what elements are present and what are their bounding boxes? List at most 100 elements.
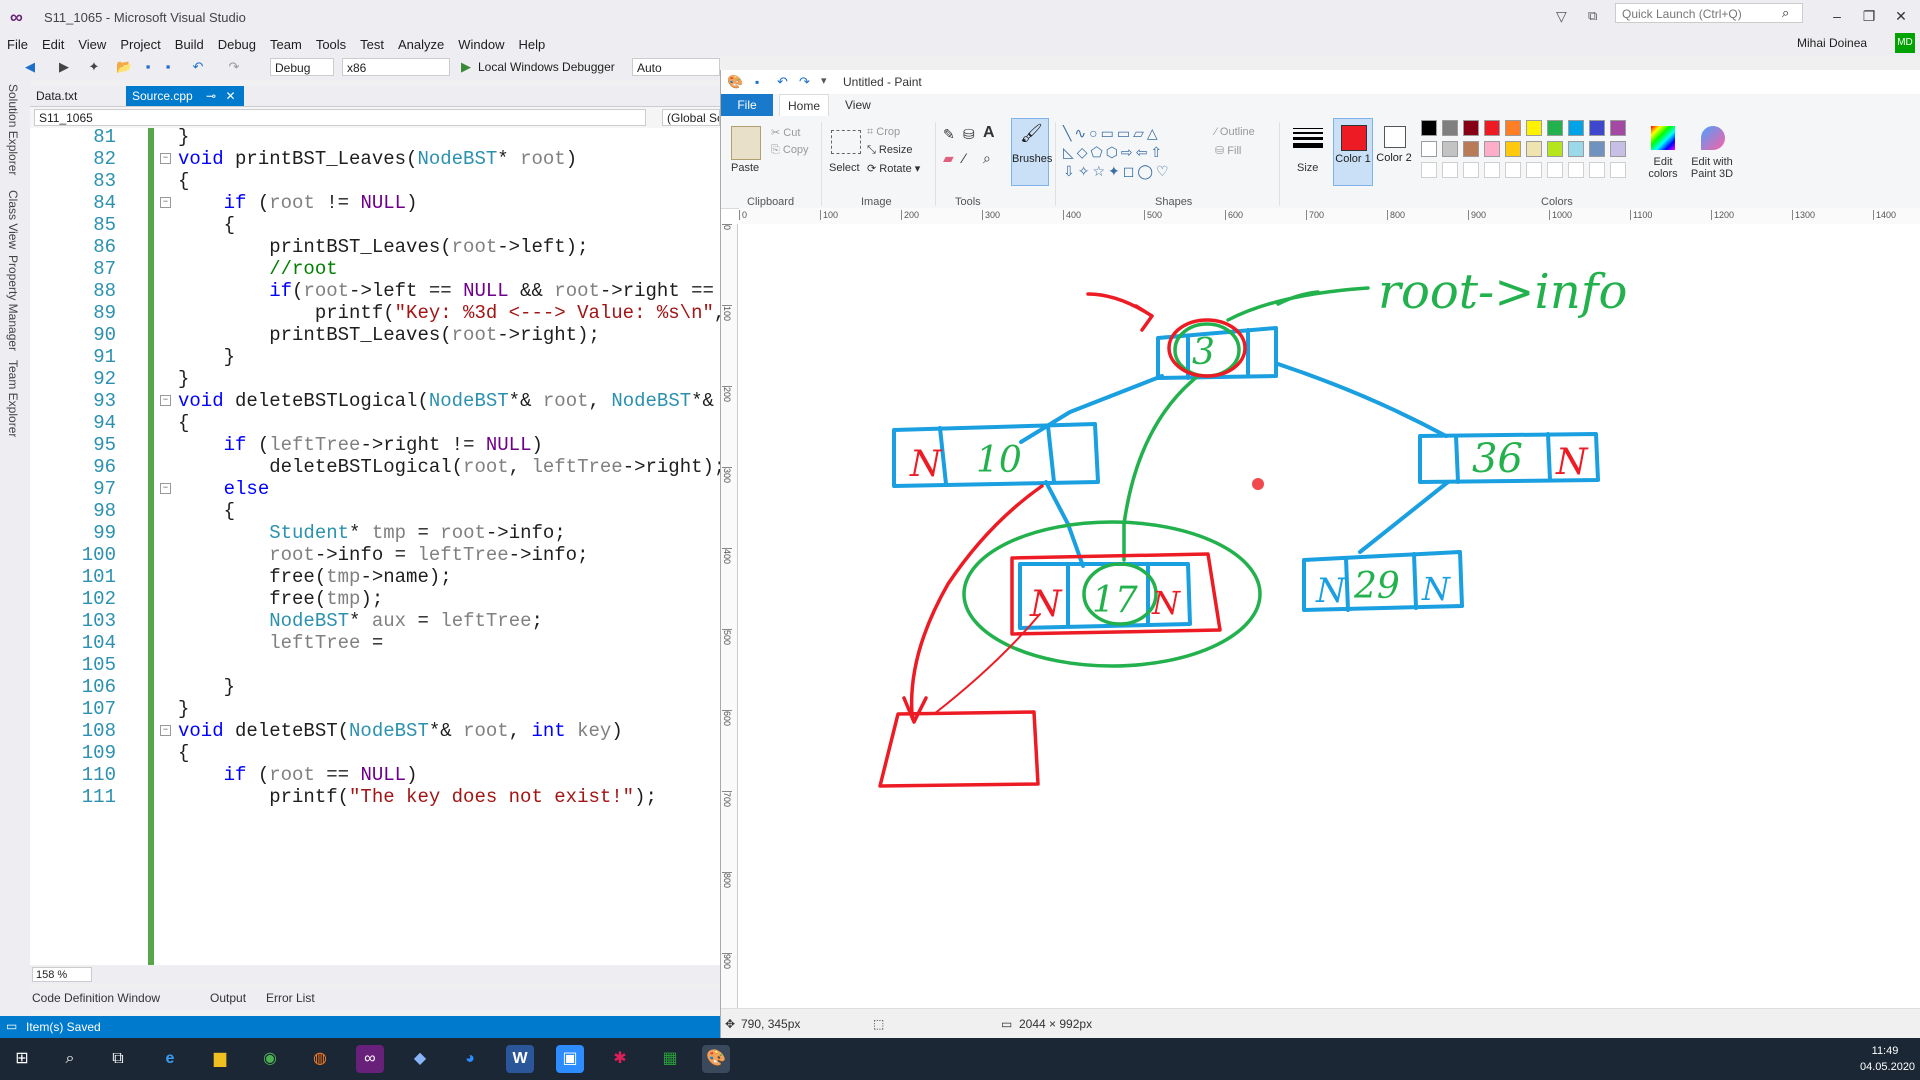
zoom-icon[interactable]: ▣ — [556, 1045, 584, 1073]
paint-taskbar-icon[interactable]: 🎨 — [702, 1045, 730, 1073]
play-icon[interactable]: ▶ — [458, 59, 474, 75]
spreadsheet-icon[interactable]: ▦ — [656, 1045, 684, 1073]
palette-swatch[interactable] — [1589, 141, 1605, 157]
select-button[interactable]: Select — [829, 162, 860, 174]
slack-icon[interactable]: ✱ — [606, 1045, 634, 1073]
palette-swatch[interactable] — [1547, 141, 1563, 157]
cut-button[interactable]: ✂ Cut — [771, 126, 800, 139]
undo-icon[interactable]: ↶ — [190, 59, 206, 75]
shapes-gallery[interactable]: ╲∿○▭▭▱△ ◺◇⬠⬡⇨⇦⇧ ⇩✧☆✦◻◯♡ — [1063, 124, 1205, 182]
color2-button[interactable]: Color 2 — [1375, 118, 1413, 184]
filter-icon[interactable]: ▽ — [1556, 8, 1567, 25]
empty-palette-slot[interactable] — [1568, 162, 1584, 178]
tab-data-txt[interactable]: Data.txt — [30, 86, 122, 106]
teams-chat-icon[interactable]: ◆ — [406, 1045, 434, 1073]
palette-swatch[interactable] — [1526, 120, 1542, 136]
new-project-icon[interactable]: ✦ — [86, 59, 102, 75]
outline-button[interactable]: ⁄ Outline — [1215, 126, 1255, 138]
palette-swatch[interactable] — [1484, 120, 1500, 136]
select-icon[interactable] — [831, 130, 861, 154]
menu-tools[interactable]: Tools — [309, 34, 353, 56]
empty-palette-slot[interactable] — [1463, 162, 1479, 178]
paste-button[interactable]: Paste — [731, 162, 759, 174]
menu-test[interactable]: Test — [353, 34, 391, 56]
paint-canvas[interactable]: 3 N 10 36 N N 17 N N 29 N root->info — [738, 224, 1920, 1030]
paint3d-icon[interactable] — [1701, 126, 1725, 150]
side-tab-class-view[interactable]: Class View — [6, 190, 20, 249]
edge-browser-icon[interactable]: e — [156, 1045, 184, 1073]
palette-swatch[interactable] — [1505, 120, 1521, 136]
configuration-select[interactable]: Debug — [270, 58, 334, 76]
empty-palette-slot[interactable] — [1526, 162, 1542, 178]
copy-button[interactable]: ⎘ Copy — [771, 144, 809, 157]
size-button[interactable]: Size — [1297, 162, 1318, 174]
scope-dropdown[interactable]: (Global Scope) — [662, 109, 720, 126]
color-palette[interactable] — [1421, 120, 1641, 186]
text-icon[interactable]: A — [983, 124, 995, 142]
palette-swatch[interactable] — [1442, 141, 1458, 157]
palette-swatch[interactable] — [1526, 141, 1542, 157]
menu-project[interactable]: Project — [113, 34, 167, 56]
palette-swatch[interactable] — [1568, 141, 1584, 157]
paste-icon[interactable] — [731, 126, 761, 160]
taskbar-clock[interactable]: 11:49 04.05.2020 — [1860, 1043, 1915, 1075]
close-button[interactable]: ✕ — [1884, 4, 1918, 28]
menu-debug[interactable]: Debug — [211, 34, 263, 56]
back-icon[interactable]: ◀ — [22, 59, 38, 75]
qa-undo-icon[interactable]: ↶ — [777, 74, 788, 90]
edit-colors-button[interactable]: Edit colors — [1643, 156, 1683, 180]
word-icon[interactable]: W — [506, 1045, 534, 1073]
palette-swatch[interactable] — [1421, 141, 1437, 157]
size-icon[interactable] — [1293, 128, 1323, 148]
palette-swatch[interactable] — [1484, 141, 1500, 157]
palette-swatch[interactable] — [1463, 141, 1479, 157]
menu-view[interactable]: View — [71, 34, 113, 56]
messaging-icon[interactable]: ◕ — [456, 1045, 484, 1073]
visual-studio-taskbar-icon[interactable]: ∞ — [356, 1045, 384, 1073]
save-icon[interactable]: ▪ — [140, 59, 156, 75]
tab-source-cpp[interactable]: Source.cpp ⊸ ✕ — [126, 86, 244, 106]
palette-swatch[interactable] — [1589, 120, 1605, 136]
forward-icon[interactable]: ▶ — [56, 59, 72, 75]
user-name[interactable]: Mihai Doinea — [1797, 36, 1867, 50]
qa-customize-icon[interactable]: ▾ — [821, 74, 827, 87]
search-icon[interactable]: ⌕ — [1782, 5, 1789, 21]
minimize-button[interactable]: – — [1820, 4, 1854, 28]
palette-swatch[interactable] — [1505, 141, 1521, 157]
code-editor[interactable]: 81} 82− void printBST_Leaves(NodeBST* root… — [30, 128, 720, 965]
collapse-icon[interactable]: − — [160, 153, 171, 164]
eraser-icon[interactable]: ▰ — [943, 150, 954, 167]
redo-icon[interactable]: ↷ — [226, 59, 242, 75]
collapse-icon[interactable]: − — [160, 483, 171, 494]
menu-help[interactable]: Help — [512, 34, 553, 56]
tab-view[interactable]: View — [845, 94, 871, 116]
code-line[interactable]: 111 printf("The key does not exist!"); — [30, 784, 720, 811]
menu-window[interactable]: Window — [451, 34, 511, 56]
tab-error-list[interactable]: Error List — [266, 991, 315, 1005]
pin-icon[interactable]: ⊸ — [206, 89, 216, 103]
color1-button[interactable]: Color 1 — [1333, 118, 1373, 186]
zoom-select[interactable]: 158 % — [32, 967, 92, 982]
menu-team[interactable]: Team — [263, 34, 309, 56]
palette-swatch[interactable] — [1568, 120, 1584, 136]
pencil-icon[interactable]: ✎ — [943, 126, 955, 143]
qa-redo-icon[interactable]: ↷ — [799, 74, 810, 90]
menu-build[interactable]: Build — [168, 34, 211, 56]
edit-colors-icon[interactable] — [1651, 126, 1675, 150]
edit-paint3d-button[interactable]: Edit with Paint 3D — [1687, 156, 1737, 180]
project-dropdown[interactable]: S11_1065 — [34, 109, 646, 126]
palette-swatch[interactable] — [1442, 120, 1458, 136]
crop-button[interactable]: ⌗ Crop — [867, 126, 900, 139]
search-icon[interactable]: ⌕ — [56, 1045, 84, 1073]
rotate-button[interactable]: ⟳ Rotate ▾ — [867, 162, 920, 175]
palette-swatch[interactable] — [1547, 120, 1563, 136]
firefox-icon[interactable]: ◍ — [306, 1045, 334, 1073]
resize-button[interactable]: ⤡ Resize — [867, 144, 913, 157]
close-tab-icon[interactable]: ✕ — [225, 89, 235, 103]
collapse-icon[interactable]: − — [160, 395, 171, 406]
palette-swatch[interactable] — [1610, 141, 1626, 157]
magnifier-icon[interactable]: ⌕ — [983, 150, 991, 167]
fill-button[interactable]: ⛁ Fill — [1215, 144, 1241, 157]
windows-start-icon[interactable]: ⊞ — [8, 1045, 36, 1073]
feedback-icon[interactable]: ⧉ — [1588, 8, 1597, 24]
